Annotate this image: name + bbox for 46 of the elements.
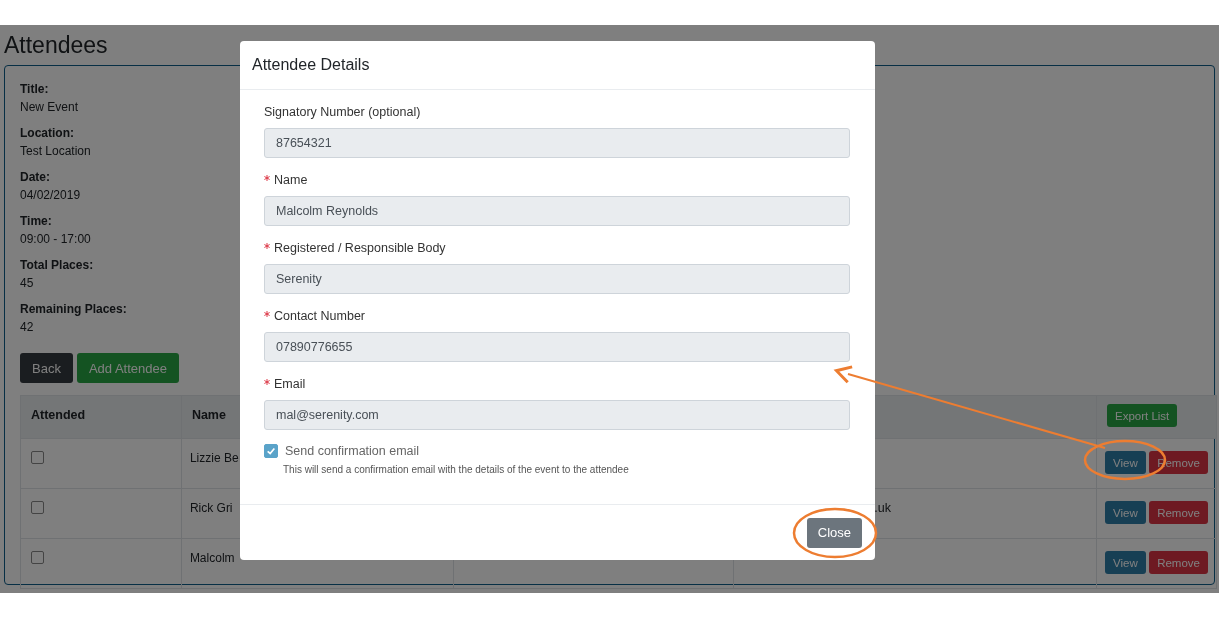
back-button[interactable]: Back — [20, 353, 73, 383]
input-field[interactable]: mal@serenity.com — [264, 400, 850, 430]
field-label: Signatory Number (optional) — [264, 104, 421, 120]
table-cell: Rick Gri — [189, 501, 233, 515]
detail-value: 09:00 - 17:00 — [20, 231, 91, 248]
detail-label: Date: — [20, 169, 50, 186]
view-button[interactable]: View — [1104, 551, 1146, 574]
column-header: Attended — [31, 408, 86, 422]
field-label: Contact Number — [274, 308, 365, 324]
detail-value: 04/02/2019 — [20, 187, 81, 204]
attended-checkbox[interactable] — [31, 451, 44, 464]
page-title: Attendees — [4, 31, 108, 60]
view-button[interactable]: View — [1104, 501, 1146, 524]
detail-label: Total Places: — [20, 257, 94, 274]
table-cell: Lizzie Be — [189, 451, 239, 465]
field-label: Email — [274, 376, 306, 392]
field-label: Registered / Responsible Body — [274, 240, 446, 256]
detail-value: Test Location — [20, 143, 91, 160]
input-field[interactable]: Malcolm Reynolds — [264, 196, 850, 226]
confirmation-checkbox[interactable] — [264, 444, 278, 458]
checkbox-label: Send confirmation email — [285, 444, 420, 458]
table-cell: Malcolm — [189, 551, 235, 565]
detail-label: Remaining Places: — [20, 301, 127, 318]
view-button[interactable]: View — [1104, 451, 1146, 474]
attended-checkbox[interactable] — [31, 551, 44, 564]
detail-value: 45 — [20, 275, 34, 292]
detail-label: Location: — [20, 125, 74, 142]
detail-value: New Event — [20, 99, 79, 116]
export-list-button[interactable]: Export List — [1106, 404, 1178, 427]
remove-button[interactable]: Remove — [1149, 551, 1208, 574]
detail-label: Title: — [20, 81, 49, 98]
input-field[interactable]: Serenity — [264, 264, 850, 294]
close-button[interactable]: Close — [806, 517, 862, 548]
column-header: Name — [191, 408, 226, 422]
attended-checkbox[interactable] — [31, 501, 44, 514]
checkmark-icon — [266, 446, 276, 456]
input-field[interactable]: 87654321 — [264, 128, 850, 158]
detail-value: 42 — [20, 319, 34, 336]
dialog-title: Attendee Details — [252, 56, 370, 74]
remove-button[interactable]: Remove — [1149, 501, 1208, 524]
table-cell: .uk — [874, 501, 891, 515]
field-label: Name — [274, 172, 308, 188]
add-attendee-button[interactable]: Add Attendee — [76, 353, 179, 383]
detail-label: Time: — [20, 213, 52, 230]
help-text: This will send a confirmation email with the details of the event to the attendee — [283, 464, 630, 475]
input-field[interactable]: 07890776655 — [264, 332, 850, 362]
